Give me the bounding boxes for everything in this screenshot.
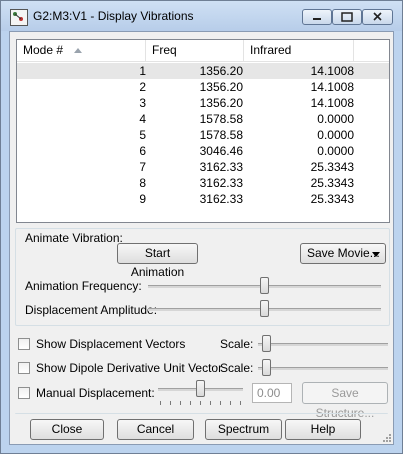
cancel-button[interactable]: Cancel [117,419,194,440]
save-movie-button[interactable]: Save Movie... [300,243,386,264]
manual-displacement-ticks [160,401,242,405]
mode-cell: 2 [139,80,146,94]
minimize-icon [303,10,331,24]
close-button[interactable]: Close [30,419,104,440]
title-bar[interactable]: G2:M3:V1 - Display Vibrations [1,1,402,31]
slider-tick [190,401,191,405]
freq-cell: 3046.46 [199,144,243,158]
table-row[interactable]: 5 1578.58 0.0000 [17,127,389,143]
mode-cell: 5 [139,128,146,142]
close-window-button[interactable] [362,9,393,25]
mode-cell: 1 [139,64,146,78]
sort-ascending-icon [74,48,82,53]
infrared-cell: 0.0000 [317,144,354,158]
slider-tick [200,401,201,405]
help-button[interactable]: Help [285,419,361,440]
freq-cell: 1356.20 [199,80,243,94]
resize-grip-icon[interactable] [381,432,391,442]
freq-cell: 1578.58 [199,128,243,142]
gaussview-app-icon [10,9,28,26]
displacement-amplitude-slider[interactable] [260,300,269,317]
slider-tick [170,401,171,405]
infrared-cell: 25.3343 [310,192,354,206]
infrared-cell: 0.0000 [317,112,354,126]
dialog-client-area: Mode # Freq Infrared 1 1356.20 14.1008 2… [9,31,394,445]
displacement-scale-slider[interactable] [262,335,271,352]
scale-label: Scale: [220,337,254,351]
animation-frequency-label: Animation Frequency: [25,279,142,293]
chevron-down-icon [372,252,380,257]
table-rows: 1 1356.20 14.1008 2 1356.20 14.1008 3 13… [17,63,389,207]
slider-tick [230,401,231,405]
footer-separator [15,413,388,415]
column-header-mode-label: Mode # [23,43,64,57]
mode-cell: 7 [139,160,146,174]
show-dipole-derivative-checkbox[interactable] [18,362,30,374]
slider-tick [160,401,161,405]
column-header-freq[interactable]: Freq [146,40,244,61]
table-row[interactable]: 6 3046.46 0.0000 [17,143,389,159]
mode-cell: 4 [139,112,146,126]
column-header-infrared[interactable]: Infrared [244,40,354,61]
dipole-scale-slider[interactable] [262,359,271,376]
table-row[interactable]: 7 3162.33 25.3343 [17,159,389,175]
mode-cell: 9 [139,192,146,206]
spectrum-button[interactable]: Spectrum [205,419,282,440]
freq-cell: 1578.58 [199,112,243,126]
slider-tick [180,401,181,405]
table-row[interactable]: 8 3162.33 25.3343 [17,175,389,191]
save-movie-label: Save Movie... [307,246,380,260]
table-row[interactable]: 1 1356.20 14.1008 [17,63,389,79]
mode-cell: 3 [139,96,146,110]
freq-cell: 1356.20 [199,64,243,78]
infrared-cell: 0.0000 [317,128,354,142]
vibrations-table[interactable]: Mode # Freq Infrared 1 1356.20 14.1008 2… [16,39,390,223]
maximize-icon [333,10,361,24]
mode-cell: 6 [139,144,146,158]
displacement-amplitude-label: Displacement Amplitude: [25,303,158,317]
table-header: Mode # Freq Infrared [17,40,389,62]
display-vibrations-window: G2:M3:V1 - Display Vibrations Mode # Fre… [0,0,403,454]
infrared-cell: 14.1008 [310,64,354,78]
column-header-mode[interactable]: Mode # [17,40,146,61]
show-dipole-derivative-label: Show Dipole Derivative Unit Vector [36,361,223,375]
start-animation-button[interactable]: Start Animation [117,243,198,279]
manual-displacement-slider[interactable] [196,380,205,397]
infrared-cell: 14.1008 [310,96,354,110]
freq-cell: 3162.33 [199,176,243,190]
scale-track [258,367,388,370]
slider-tick [210,401,211,405]
manual-displacement-value-field[interactable]: 0.00 [252,383,292,403]
close-icon [363,10,392,24]
mode-cell: 8 [139,176,146,190]
animation-frequency-slider[interactable] [260,277,269,294]
table-row[interactable]: 9 3162.33 25.3343 [17,191,389,207]
maximize-button[interactable] [332,9,362,25]
manual-displacement-label: Manual Displacement: [36,386,155,400]
freq-cell: 3162.33 [199,192,243,206]
show-displacement-vectors-checkbox[interactable] [18,338,30,350]
slider-tick [220,401,221,405]
freq-cell: 3162.33 [199,160,243,174]
show-displacement-vectors-label: Show Displacement Vectors [36,337,186,351]
animate-vibration-label: Animate Vibration: [25,231,123,245]
save-structure-button[interactable]: Save Structure... [302,382,388,420]
freq-cell: 1356.20 [199,96,243,110]
slider-tick [240,401,241,405]
table-row[interactable]: 4 1578.58 0.0000 [17,111,389,127]
window-title: G2:M3:V1 - Display Vibrations [33,9,194,23]
table-row[interactable]: 2 1356.20 14.1008 [17,79,389,95]
manual-displacement-checkbox[interactable] [18,387,30,399]
scale-track [258,343,388,346]
minimize-button[interactable] [302,9,332,25]
infrared-cell: 25.3343 [310,160,354,174]
table-row[interactable]: 3 1356.20 14.1008 [17,95,389,111]
infrared-cell: 25.3343 [310,176,354,190]
infrared-cell: 14.1008 [310,80,354,94]
scale-label: Scale: [220,361,254,375]
